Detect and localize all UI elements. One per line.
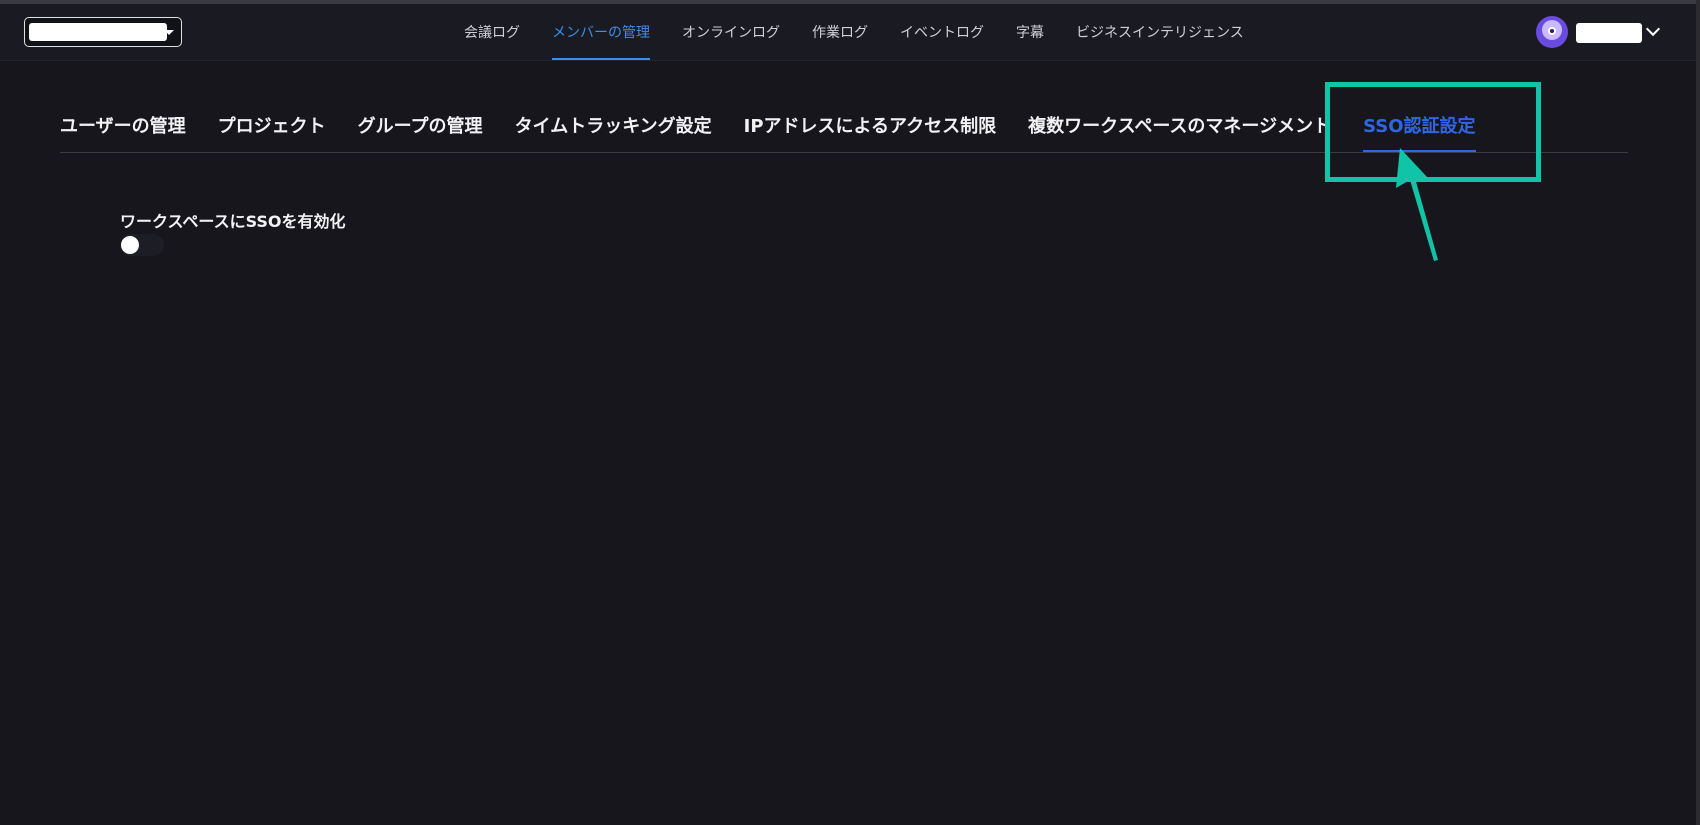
avatar-icon[interactable] xyxy=(1536,16,1568,48)
nav-item-event-log[interactable]: イベントログ xyxy=(900,4,984,60)
toggle-knob xyxy=(121,236,139,254)
tab-time-tracking-settings[interactable]: タイムトラッキング設定 xyxy=(515,104,712,151)
sso-enable-toggle[interactable] xyxy=(120,234,164,256)
nav-item-member-management[interactable]: メンバーの管理 xyxy=(552,4,650,60)
main-nav: 会議ログ メンバーの管理 オンラインログ 作業ログ イベントログ 字幕 ビジネス… xyxy=(464,4,1276,60)
tab-sso-settings[interactable]: SSO認証設定 xyxy=(1363,104,1476,152)
nav-item-meeting-log[interactable]: 会議ログ xyxy=(464,4,520,60)
nav-item-work-log[interactable]: 作業ログ xyxy=(812,4,868,60)
tab-multi-workspace-management[interactable]: 複数ワークスペースのマネージメント xyxy=(1028,104,1331,151)
chevron-down-icon[interactable] xyxy=(1645,21,1661,37)
workspace-selector[interactable] xyxy=(24,17,182,47)
user-name-redacted xyxy=(1576,23,1642,43)
user-menu[interactable] xyxy=(1536,16,1666,48)
nav-item-subtitles[interactable]: 字幕 xyxy=(1016,4,1044,60)
sso-setting: ワークスペースにSSOを有効化 xyxy=(120,208,346,256)
nav-item-online-log[interactable]: オンラインログ xyxy=(682,4,780,60)
tab-group-management[interactable]: グループの管理 xyxy=(358,104,483,151)
tab-ip-access-restriction[interactable]: IPアドレスによるアクセス制限 xyxy=(744,104,996,151)
settings-tabs: ユーザーの管理 プロジェクト グループの管理 タイムトラッキング設定 IPアドレ… xyxy=(60,104,1628,153)
workspace-name-redacted xyxy=(29,23,167,41)
nav-item-business-intelligence[interactable]: ビジネスインテリジェンス xyxy=(1076,4,1244,60)
sso-enable-label: ワークスペースにSSOを有効化 xyxy=(120,212,346,231)
avatar-eye xyxy=(1548,27,1556,35)
tab-projects[interactable]: プロジェクト xyxy=(218,104,326,151)
top-navigation-bar: 会議ログ メンバーの管理 オンラインログ 作業ログ イベントログ 字幕 ビジネス… xyxy=(0,4,1696,61)
window-right-edge xyxy=(1696,0,1700,825)
caret-down-icon xyxy=(164,30,174,35)
tab-user-management[interactable]: ユーザーの管理 xyxy=(60,104,186,151)
annotation-arrow-icon xyxy=(1396,148,1438,261)
